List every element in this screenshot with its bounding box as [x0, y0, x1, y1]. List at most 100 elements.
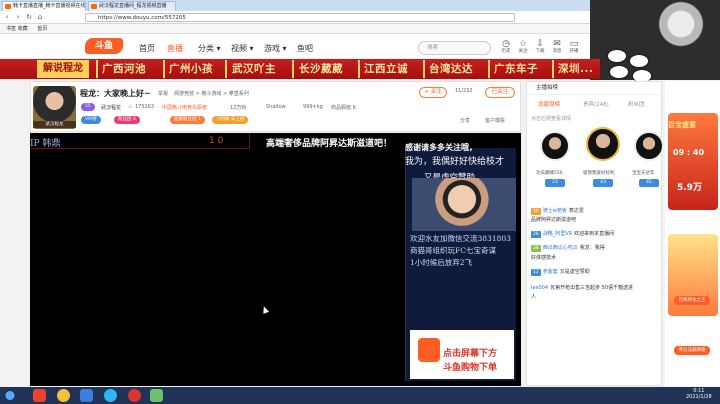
vip-badge[interactable]: VIP榜: [81, 116, 101, 124]
tab-fanclub[interactable]: 粉丝团: [628, 100, 645, 108]
chat-message: 好体感技术: [531, 255, 556, 262]
follow-button[interactable]: + 关注: [419, 87, 447, 98]
hour-rank-badge[interactable]: 小时榜 未上榜: [212, 116, 249, 124]
banner-divider: [225, 60, 227, 78]
panel-header: 主播拍榜: [526, 81, 662, 95]
forward-icon[interactable]: ›: [14, 13, 22, 21]
rank-avatar[interactable]: [634, 131, 664, 161]
app-icon[interactable]: [150, 389, 163, 402]
chat-user: 老客套: [542, 269, 558, 275]
app-icon[interactable]: [104, 389, 117, 402]
chat-message: 品牌阿昇达斯滋道吧: [531, 217, 576, 224]
app-icon[interactable]: [128, 389, 141, 402]
home-icon[interactable]: ⌂: [36, 13, 44, 21]
chat-text: 瓦第开枪出售三吉起步 50语千箱送进: [550, 285, 634, 291]
url-input[interactable]: https://www.douyu.com/557205: [85, 13, 515, 22]
banner-divider: [292, 60, 294, 78]
chat-text: 人: [531, 294, 537, 300]
back-icon[interactable]: ‹: [3, 13, 11, 21]
banner-item[interactable]: 深圳...: [558, 61, 598, 76]
banner-item[interactable]: 广西河池: [102, 61, 146, 76]
banner-item[interactable]: 广东车子: [494, 61, 538, 76]
side-ad-button[interactable]: 召唤神龙之王: [674, 296, 710, 305]
nav-game[interactable]: 游戏 ▾: [264, 43, 287, 54]
nav-live[interactable]: 直播: [167, 43, 183, 54]
streamer-nick[interactable]: 武汉程龙: [101, 104, 121, 111]
banner-item[interactable]: 江西立诚: [364, 61, 408, 76]
nav-category[interactable]: 分类 ▾: [198, 43, 221, 54]
rank-avatar-top[interactable]: [586, 127, 620, 161]
streamer-webcam: [412, 178, 516, 231]
chat-message: lee004 瓦第开枪出售三吉起步 50语千箱送进: [531, 285, 633, 292]
chat-text: 欢迎来到本直播间: [574, 231, 615, 237]
broadcast-icon[interactable]: ▭ 开播: [566, 40, 582, 55]
panel-subtitle: 点击右侧查看详情: [531, 116, 572, 122]
app-icon[interactable]: [80, 389, 93, 402]
share-link[interactable]: 分享: [460, 117, 470, 124]
douyu-logo[interactable]: 斗鱼: [85, 38, 123, 54]
browser-tab[interactable]: 武汉程龙直播间_程龙视频直播: [88, 1, 176, 11]
app-icon[interactable]: [33, 389, 46, 402]
follow-icon[interactable]: ☆ 关注: [515, 40, 531, 55]
download-icon[interactable]: ⇩ 下载: [532, 40, 548, 55]
fire-icon: ♨: [128, 104, 133, 110]
fans-count: 12万粉: [230, 105, 247, 111]
super-fanclub-badge[interactable]: 超级粉丝团 1: [170, 116, 205, 124]
nav-yuba[interactable]: 鱼吧: [297, 43, 313, 54]
side-ad-button[interactable]: 神兵法器降临: [674, 346, 710, 355]
nav-video[interactable]: 视频 ▾: [231, 43, 254, 54]
banner-item[interactable]: 广州小孩: [169, 61, 213, 76]
hot-count: 175263: [135, 104, 155, 110]
arcade-button: [630, 55, 648, 67]
ad-line: 点击屏幕下方: [443, 349, 498, 359]
chat-message: 28 西瓜西瓜心吃瓜 我龙：我得: [531, 245, 605, 252]
room-category[interactable]: 网游竞技 > 格斗游戏 > 拳皇系列: [174, 90, 249, 97]
video-ip-label: IP 韩鼎: [30, 139, 61, 149]
followed-button[interactable]: 已关注: [485, 87, 515, 98]
search-input[interactable]: 搜索: [418, 41, 491, 55]
ad-line: 斗鱼购物下单: [443, 363, 498, 373]
report-link[interactable]: 举报: [158, 90, 168, 97]
history-icon[interactable]: ◷ 历史: [498, 40, 514, 55]
banner-divider: [96, 60, 98, 78]
tab-weekly-rank[interactable]: 贡献周榜: [538, 100, 560, 108]
start-button-icon[interactable]: [2, 388, 18, 403]
banner-item[interactable]: 台湾达达: [429, 61, 473, 76]
browser-icon[interactable]: [57, 389, 70, 402]
banner-item-active[interactable]: 解说程龙: [37, 60, 89, 78]
rank-name: 极简我爱好好利: [583, 171, 615, 176]
arcade-button: [610, 66, 628, 78]
chat-text: 又是虚空赞助: [559, 269, 590, 275]
side-ad-title-text: 百宝盛宴: [668, 121, 696, 129]
bookmark-item[interactable]: 书签 收藏: [6, 26, 28, 32]
browser-tab[interactable]: 韩卡直播直播_韩卡直播视频在线: [2, 1, 86, 11]
fanclub-badge[interactable]: 粉丝团 0: [114, 116, 140, 124]
chat-text: 好体感技术: [531, 255, 557, 261]
message-icon[interactable]: ✉ 消息: [549, 40, 565, 55]
chat-message: 人: [531, 294, 536, 301]
chat-user: lee004: [531, 285, 549, 291]
rank-avatar[interactable]: [540, 131, 570, 161]
rank-tag[interactable]: 中国格斗电竞先驱者: [162, 104, 207, 111]
shadow-label: Shadow: [266, 104, 286, 110]
bookmark-item[interactable]: 首页: [37, 26, 47, 32]
rank-name: 功夫巅峰550: [536, 171, 563, 176]
refresh-icon[interactable]: ↻: [25, 13, 33, 21]
rank-level: 43: [593, 179, 613, 187]
user-level-badge: 40: [531, 208, 541, 215]
chat-message: 40 骑士w老板 表达爱: [531, 208, 584, 215]
chat-text: 品牌阿昇达斯滋道吧: [531, 217, 577, 223]
video-score-label: 1 0: [209, 136, 224, 146]
banner-divider: [423, 60, 425, 78]
tab-vip[interactable]: 贵宾(248): [583, 100, 609, 108]
chat-user: 骑士w老板: [542, 208, 567, 214]
nav-home[interactable]: 首页: [139, 43, 155, 54]
chat-message: 28 战略_阿里VR 欢迎来到本直播间: [531, 231, 614, 238]
goods-link[interactable]: 商品橱窗 6: [331, 104, 356, 111]
streamer-hand-camera: [590, 0, 720, 80]
side-ad-timer: 09 : 40: [673, 148, 705, 157]
client-link[interactable]: 客户端看: [485, 117, 505, 124]
user-level-badge: 12: [531, 269, 541, 276]
banner-item[interactable]: 武汉吖主: [232, 61, 276, 76]
banner-item[interactable]: 长沙葳葳: [299, 61, 343, 76]
